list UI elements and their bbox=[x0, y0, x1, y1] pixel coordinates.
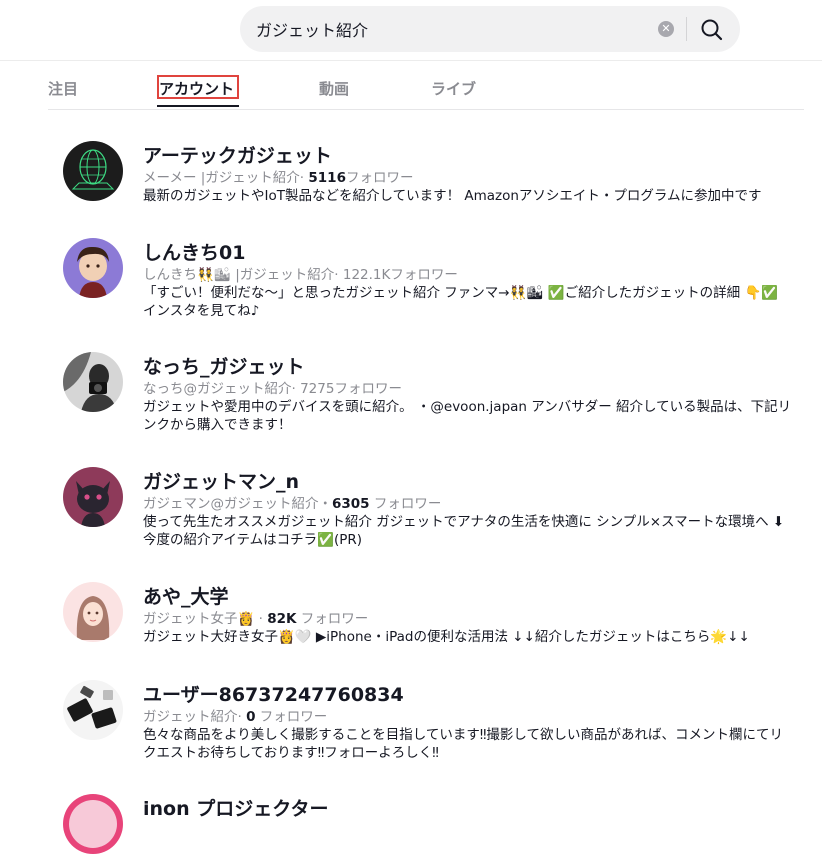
follower-label: フォロワー bbox=[334, 381, 402, 397]
account-name[interactable]: しんきち01 bbox=[143, 238, 245, 265]
search-input[interactable] bbox=[256, 6, 646, 52]
account-description: ガジェット大好き女子👸🤍 ▶iPhone・iPadの便利な活用法 ↓↓紹介したガ… bbox=[143, 629, 750, 645]
clear-icon[interactable]: ✕ bbox=[658, 21, 674, 37]
avatar[interactable] bbox=[63, 352, 123, 412]
account-name[interactable]: アーテックガジェット bbox=[143, 141, 332, 168]
account-name[interactable]: ユーザー86737247760834 bbox=[143, 680, 404, 707]
account-description: 色々な商品をより美しく撮影することを目指しています‼撮影して欲しい商品があれば、… bbox=[143, 727, 783, 761]
tab-accounts[interactable]: アカウント bbox=[159, 78, 234, 99]
account-meta: ガジェット女子👸 · 82K フォロワー bbox=[143, 607, 368, 627]
follower-count: 6305 bbox=[332, 496, 370, 512]
search-bar: ✕ bbox=[240, 6, 740, 52]
account-name[interactable]: ガジェットマン_n bbox=[143, 467, 299, 494]
follower-count: 7275 bbox=[300, 381, 335, 397]
follower-count: 0 bbox=[246, 709, 256, 725]
search-tabs: 注目 アカウント 動画 ライブ bbox=[48, 60, 804, 110]
tab-featured[interactable]: 注目 bbox=[48, 78, 78, 99]
account-description: 使って先生たオススメガジェット紹介 ガジェットでアナタの生活を快適に シンプル×… bbox=[143, 514, 785, 548]
account-description: ガジェットや愛用中のデバイスを頭に紹介。 ・@evoon.japan アンバサダ… bbox=[143, 399, 792, 433]
account-nickname: ガジェマン@ガジェット紹介・ bbox=[143, 496, 332, 512]
tab-live[interactable]: ライブ bbox=[431, 78, 476, 99]
account-nickname: しんきち👯🏙 |ガジェット紹介· bbox=[143, 267, 343, 283]
top-bar: ✕ bbox=[0, 0, 822, 61]
account-meta: メーメー |ガジェット紹介· 5116フォロワー bbox=[143, 166, 413, 186]
follower-count: 122.1K bbox=[342, 267, 391, 283]
account-description: 「すごい！便利だな〜」と思ったガジェット紹介 ファンマ→👯🏙 ✅ご紹介したガジェ… bbox=[143, 285, 779, 319]
account-nickname: ガジェット紹介· bbox=[143, 709, 247, 725]
account-meta: ガジェマン@ガジェット紹介・6305 フォロワー bbox=[143, 492, 441, 512]
tab-videos[interactable]: 動画 bbox=[319, 78, 349, 99]
account-description: 最新のガジェットやIoT製品などを紹介しています！ Amazonアソシエイト・プ… bbox=[143, 188, 762, 204]
active-tab-underline bbox=[157, 105, 239, 107]
follower-label: フォロワー bbox=[345, 170, 414, 186]
avatar[interactable] bbox=[63, 680, 123, 740]
account-nickname: メーメー |ガジェット紹介· bbox=[143, 170, 309, 186]
follower-label: フォロワー bbox=[390, 267, 458, 283]
follower-label: フォロワー bbox=[255, 709, 328, 725]
account-meta: しんきち👯🏙 |ガジェット紹介· 122.1Kフォロワー bbox=[143, 263, 458, 283]
follower-label: フォロワー bbox=[296, 611, 369, 627]
account-name[interactable]: なっち_ガジェット bbox=[143, 352, 305, 379]
account-meta: ガジェット紹介· 0 フォロワー bbox=[143, 705, 327, 725]
search-divider bbox=[686, 17, 687, 41]
follower-count: 82K bbox=[267, 611, 297, 627]
follower-count: 5116 bbox=[308, 170, 346, 186]
search-button[interactable] bbox=[696, 14, 728, 44]
avatar[interactable] bbox=[63, 467, 123, 527]
account-nickname: なっち@ガジェット紹介· bbox=[143, 381, 301, 397]
follower-label: フォロワー bbox=[369, 496, 442, 512]
account-meta: なっち@ガジェット紹介· 7275フォロワー bbox=[143, 377, 402, 397]
account-name[interactable]: あや_大学 bbox=[143, 582, 229, 609]
avatar[interactable] bbox=[63, 238, 123, 298]
avatar[interactable] bbox=[63, 794, 123, 854]
avatar[interactable] bbox=[63, 582, 123, 642]
search-icon bbox=[701, 19, 723, 41]
account-nickname: ガジェット女子👸 · bbox=[143, 611, 268, 627]
avatar[interactable] bbox=[63, 141, 123, 201]
